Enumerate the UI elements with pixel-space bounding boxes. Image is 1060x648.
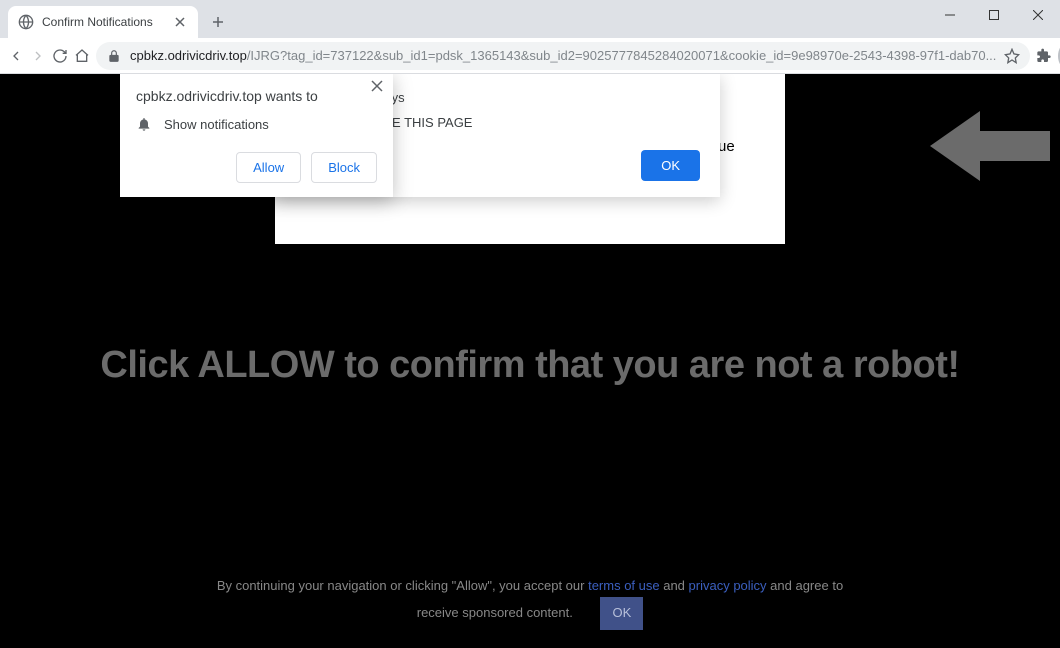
page-content: ue More info Click ALLOW to confirm that… (0, 74, 1060, 648)
browser-tab[interactable]: Confirm Notifications (8, 6, 198, 38)
address-bar[interactable]: cpbkz.odrivicdriv.top/IJRG?tag_id=737122… (96, 42, 1030, 70)
back-button[interactable] (8, 42, 24, 70)
alert-ok-button[interactable]: OK (641, 150, 700, 181)
footer-text: By continuing your navigation or clickin… (0, 576, 1060, 630)
extensions-icon[interactable] (1036, 42, 1052, 70)
prompt-item: Show notifications (164, 117, 269, 132)
minimize-button[interactable] (928, 0, 972, 30)
home-button[interactable] (74, 42, 90, 70)
forward-button[interactable] (30, 42, 46, 70)
prompt-close-icon[interactable] (371, 80, 383, 92)
privacy-link[interactable]: privacy policy (689, 578, 767, 593)
notification-permission-prompt: cpbkz.odrivicdriv.top wants to Show noti… (120, 74, 393, 197)
globe-icon (18, 14, 34, 30)
terms-link[interactable]: terms of use (588, 578, 660, 593)
continue-fragment: ue (718, 138, 735, 155)
reload-button[interactable] (52, 42, 68, 70)
block-button[interactable]: Block (311, 152, 377, 183)
tab-close-icon[interactable] (172, 14, 188, 30)
bookmark-star-icon[interactable] (1004, 48, 1020, 64)
browser-toolbar: cpbkz.odrivicdriv.top/IJRG?tag_id=737122… (0, 38, 1060, 74)
close-window-button[interactable] (1016, 0, 1060, 30)
prompt-title: cpbkz.odrivicdriv.top wants to (136, 88, 377, 104)
window-titlebar: Confirm Notifications (0, 0, 1060, 38)
arrow-icon (930, 106, 1050, 186)
url-text: cpbkz.odrivicdriv.top/IJRG?tag_id=737122… (130, 48, 996, 63)
window-controls (928, 0, 1060, 30)
allow-button[interactable]: Allow (236, 152, 301, 183)
main-heading: Click ALLOW to confirm that you are not … (0, 344, 1060, 387)
bell-icon (136, 116, 152, 132)
maximize-button[interactable] (972, 0, 1016, 30)
new-tab-button[interactable] (204, 8, 232, 36)
lock-icon (106, 48, 122, 64)
tab-title: Confirm Notifications (42, 15, 172, 29)
footer-ok-button[interactable]: OK (600, 597, 643, 630)
